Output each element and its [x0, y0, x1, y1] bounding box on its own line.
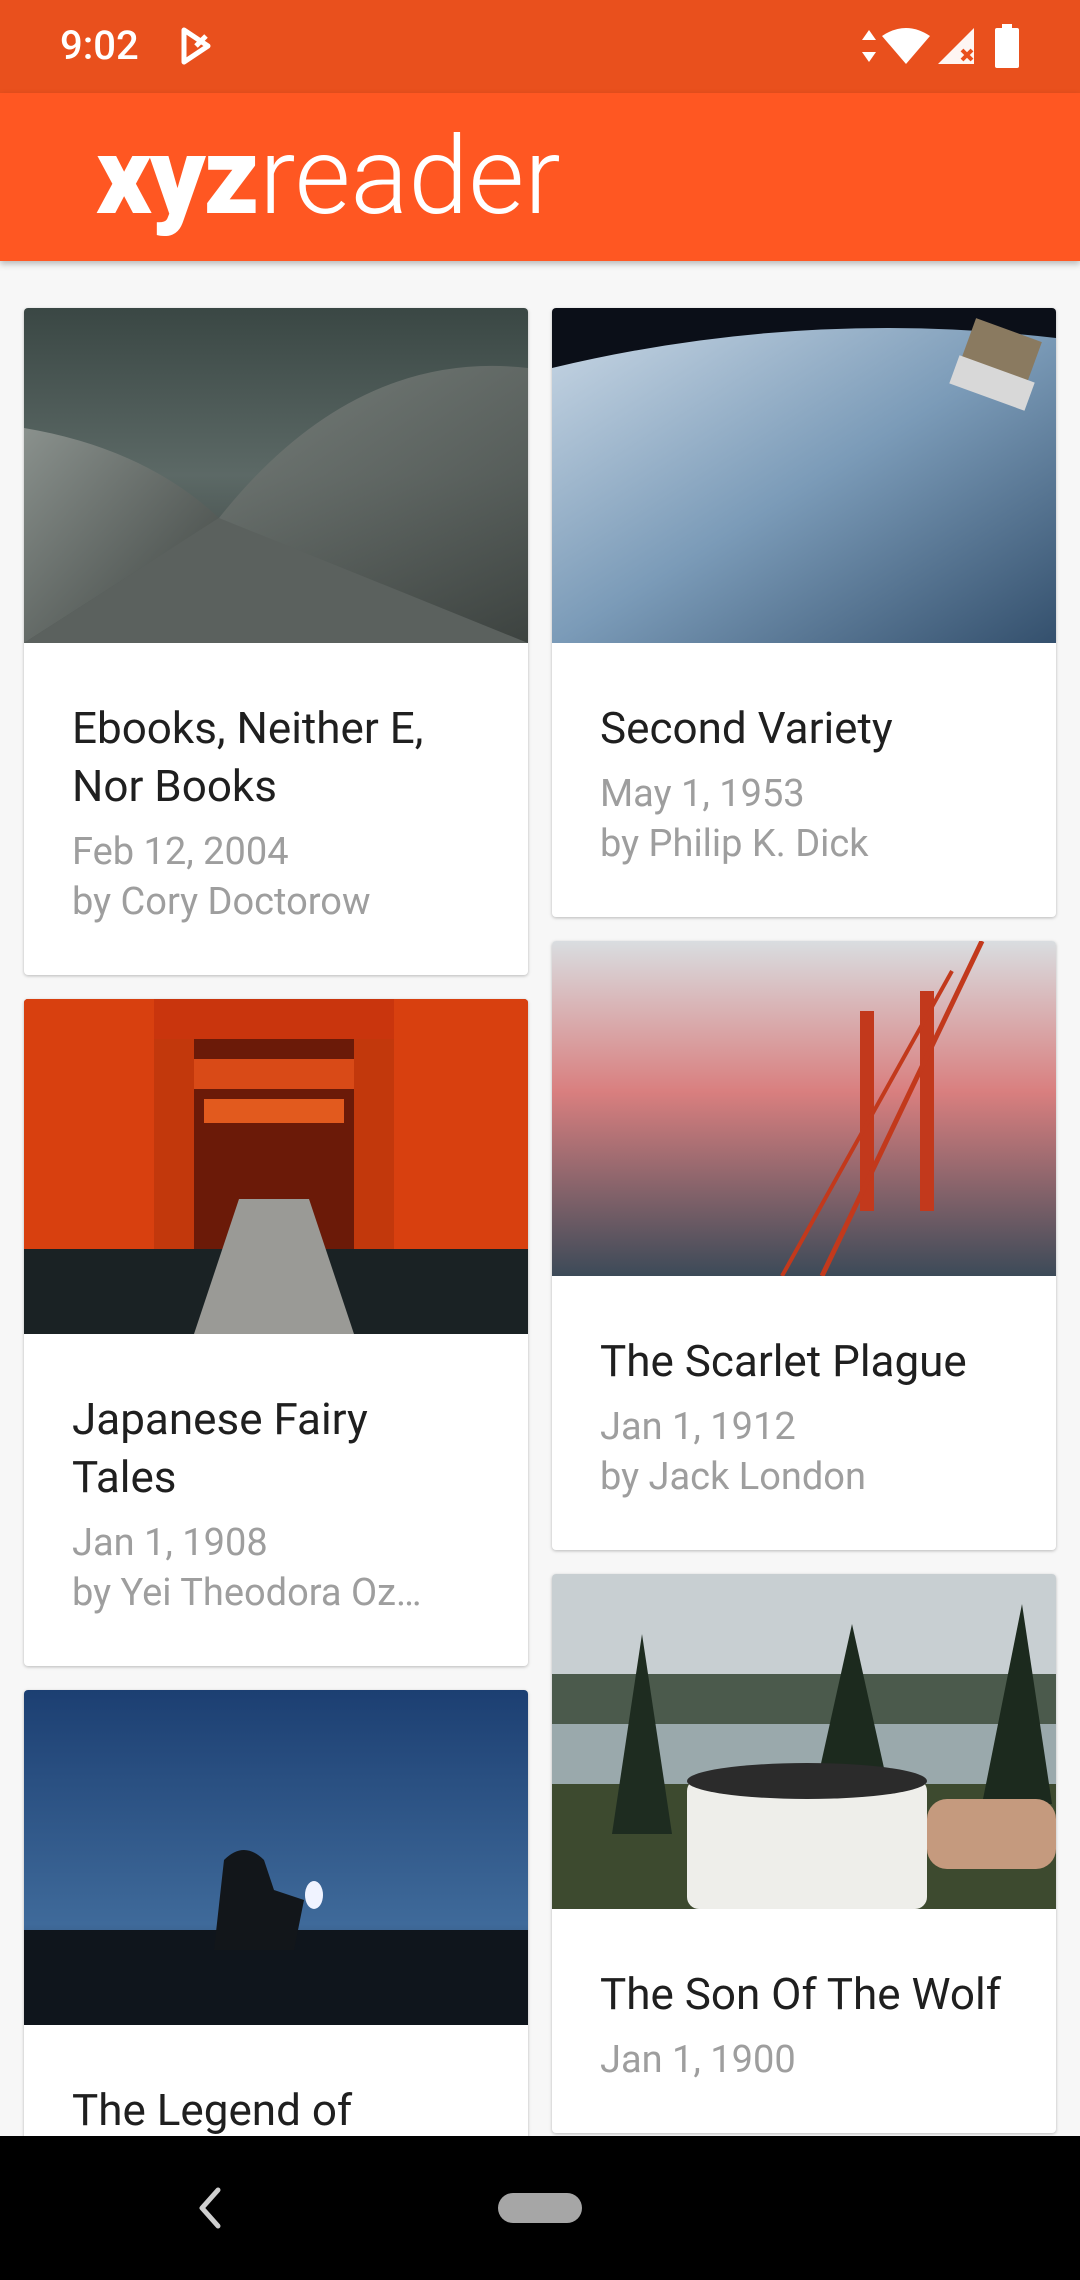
article-author: by Cory Doctorow [72, 880, 371, 924]
article-card[interactable]: The Son Of The Wolf Jan 1, 1900 [552, 1574, 1056, 2133]
play-store-icon [178, 22, 218, 70]
article-title: The Son Of The Wolf [600, 1968, 1001, 2020]
article-card[interactable]: Japanese Fairy Tales Jan 1, 1908 by Yei … [24, 999, 528, 1666]
article-date: Feb 12, 2004 [72, 830, 289, 874]
article-author: by Yei Theodora Oz… [72, 1571, 422, 1615]
article-title: Ebooks, Neither E, Nor Books [72, 702, 424, 812]
opera-house-roof-image [24, 308, 528, 643]
home-pill-icon[interactable] [498, 2193, 582, 2223]
article-card-body: Japanese Fairy Tales Jan 1, 1908 by Yei … [24, 1334, 528, 1666]
article-column-right: Second Variety May 1, 1953 by Philip K. … [552, 308, 1056, 2136]
logo-bold-text: xyz [96, 114, 259, 240]
status-bar: 9:02 [0, 0, 1080, 93]
back-icon[interactable] [190, 2182, 230, 2234]
lantern-silhouette-image [24, 1690, 528, 2025]
bridge-in-fog-image [552, 941, 1056, 1276]
article-card-body: Second Variety May 1, 1953 by Philip K. … [552, 643, 1056, 917]
article-title: The Legend of [72, 2084, 353, 2136]
article-author: by Philip K. Dick [600, 822, 869, 866]
app-logo: xyzreader [96, 109, 561, 245]
article-card-body: The Scarlet Plague Jan 1, 1912 by Jack L… [552, 1276, 1056, 1550]
article-date: May 1, 1953 [600, 772, 805, 816]
torii-gates-image [24, 999, 528, 1334]
article-date: Jan 1, 1912 [600, 1405, 796, 1449]
article-author: by Jack London [600, 1455, 866, 1499]
article-card-body: Ebooks, Neither E, Nor Books Feb 12, 200… [24, 643, 528, 975]
article-card[interactable]: The Legend of [24, 1690, 528, 2136]
article-card[interactable]: Ebooks, Neither E, Nor Books Feb 12, 200… [24, 308, 528, 975]
battery-icon [994, 22, 1020, 70]
article-column-left: Ebooks, Neither E, Nor Books Feb 12, 200… [24, 308, 528, 2136]
earth-from-space-image [552, 308, 1056, 643]
article-date: Jan 1, 1908 [72, 1521, 268, 1565]
article-title: Japanese Fairy Tales [72, 1393, 368, 1503]
wifi-icon [880, 22, 932, 70]
signal-icon [936, 22, 976, 70]
data-arrows-icon [860, 22, 878, 70]
article-card[interactable]: Second Variety May 1, 1953 by Philip K. … [552, 308, 1056, 917]
app-toolbar: xyzreader [0, 93, 1080, 261]
article-date: Jan 1, 1900 [600, 2038, 796, 2082]
article-title: Second Variety [600, 702, 893, 754]
navigation-bar [0, 2136, 1080, 2280]
logo-light-text: reader [259, 114, 561, 240]
article-card-body: The Son Of The Wolf Jan 1, 1900 [552, 1909, 1056, 2133]
article-card-body: The Legend of [24, 2025, 528, 2136]
camping-mug-image [552, 1574, 1056, 1909]
article-list[interactable]: Ebooks, Neither E, Nor Books Feb 12, 200… [0, 261, 1080, 2136]
article-title: The Scarlet Plague [600, 1335, 967, 1387]
article-card[interactable]: The Scarlet Plague Jan 1, 1912 by Jack L… [552, 941, 1056, 1550]
status-time: 9:02 [60, 22, 139, 69]
